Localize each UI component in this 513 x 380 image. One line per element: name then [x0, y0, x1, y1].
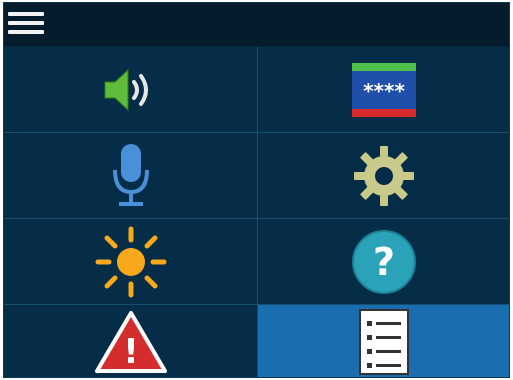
microphone-icon	[112, 143, 149, 206]
app-window: **** ? !	[3, 2, 510, 378]
tile-settings[interactable]	[258, 133, 509, 219]
tile-brightness[interactable]	[4, 219, 258, 305]
tile-microphone[interactable]	[4, 133, 258, 219]
gear-icon	[354, 145, 414, 206]
help-question-mark: ?	[373, 240, 395, 284]
list-document-icon	[359, 309, 409, 375]
warning-exclamation: !	[123, 332, 139, 372]
top-bar	[4, 3, 509, 46]
password-field-icon: ****	[352, 62, 416, 117]
hamburger-menu-icon[interactable]	[8, 12, 46, 38]
password-mask-text: ****	[363, 79, 405, 103]
tile-warning[interactable]: !	[4, 305, 258, 377]
speaker-volume-icon	[104, 68, 148, 111]
warning-alert-icon: !	[94, 311, 167, 373]
tile-list[interactable]	[258, 305, 509, 377]
sun-brightness-icon	[95, 226, 166, 297]
tile-help[interactable]: ?	[258, 219, 509, 305]
tile-password[interactable]: ****	[258, 47, 509, 133]
question-help-icon: ?	[352, 229, 416, 294]
icon-grid: **** ? !	[4, 47, 509, 377]
tile-volume[interactable]	[4, 47, 258, 133]
